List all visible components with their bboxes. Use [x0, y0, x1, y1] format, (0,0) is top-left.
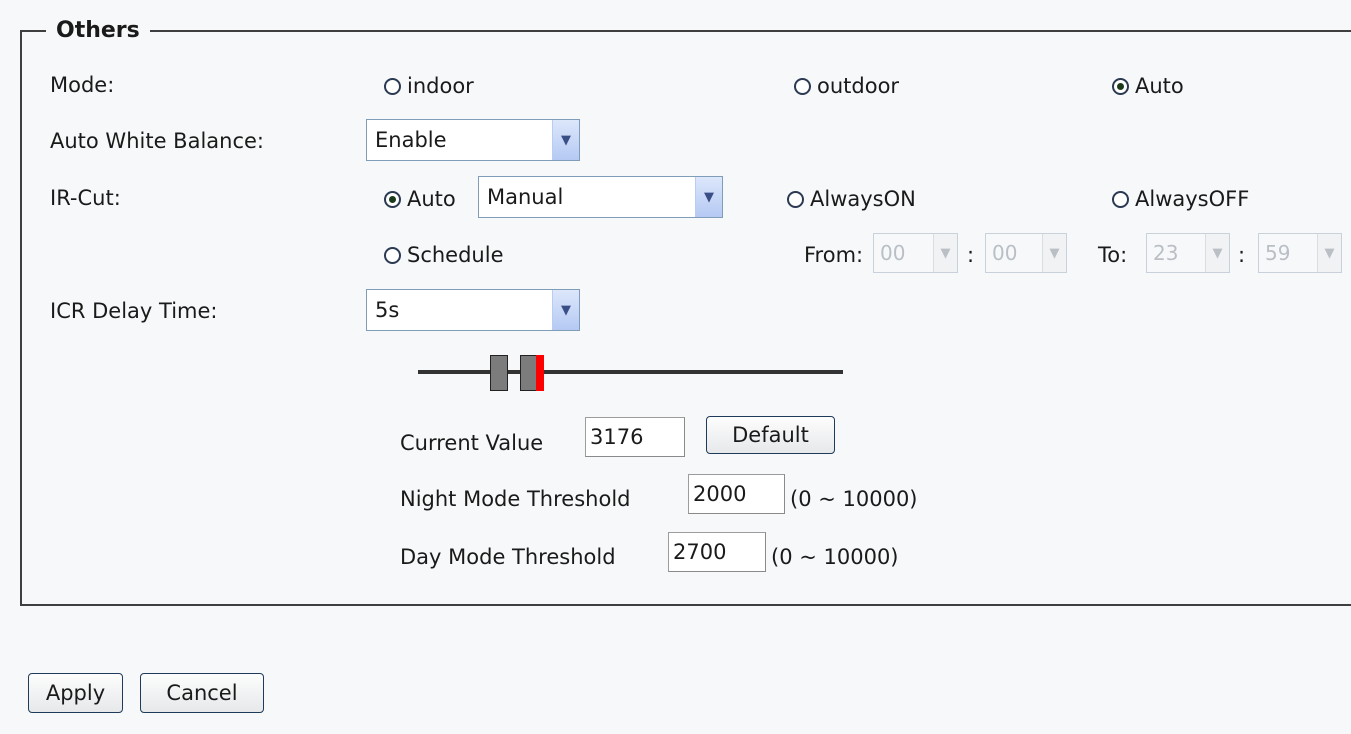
night-threshold-field[interactable]: 2000 — [688, 474, 785, 514]
ircut-schedule-label: Schedule — [407, 243, 504, 267]
radio-icon — [794, 77, 811, 95]
mode-label: Mode: — [50, 73, 115, 97]
ircut-auto-select[interactable]: Manual ▼ — [478, 176, 723, 218]
day-threshold-label: Day Mode Threshold — [400, 545, 616, 569]
radio-icon — [1112, 190, 1129, 208]
icr-delay-select[interactable]: 5s ▼ — [366, 289, 580, 331]
default-button[interactable]: Default — [706, 416, 835, 454]
to-hour-value: 23 — [1153, 241, 1179, 265]
others-legend: Others — [46, 14, 150, 48]
ircut-auto-select-value: Manual — [487, 184, 564, 209]
current-value-field[interactable]: 3176 — [585, 417, 685, 457]
radio-icon — [384, 77, 401, 95]
ircut-alwayson-radio[interactable]: AlwaysON — [787, 184, 916, 214]
from-hour-select[interactable]: 00 ▼ — [873, 233, 958, 273]
ircut-auto-label: Auto — [407, 187, 456, 211]
radio-icon — [384, 246, 401, 264]
chevron-down-icon: ▼ — [552, 120, 579, 160]
from-minute-value: 00 — [992, 241, 1018, 265]
to-minute-select[interactable]: 59 ▼ — [1258, 233, 1342, 273]
mode-indoor-radio[interactable]: indoor — [384, 71, 474, 101]
mode-outdoor-radio[interactable]: outdoor — [794, 71, 899, 101]
from-hour-value: 00 — [880, 241, 906, 265]
night-threshold-label: Night Mode Threshold — [400, 487, 631, 511]
cancel-button[interactable]: Cancel — [140, 673, 264, 713]
ircut-alwaysoff-label: AlwaysOFF — [1135, 187, 1250, 211]
chevron-down-icon: ▼ — [552, 290, 579, 330]
night-threshold-handle[interactable] — [490, 355, 508, 391]
night-threshold-range: (0 ~ 10000) — [790, 487, 918, 511]
mode-outdoor-label: outdoor — [817, 74, 900, 98]
day-threshold-range: (0 ~ 10000) — [771, 545, 899, 569]
ircut-alwaysoff-radio[interactable]: AlwaysOFF — [1112, 184, 1249, 214]
to-hour-select[interactable]: 23 ▼ — [1146, 233, 1230, 273]
slider-track — [418, 370, 843, 374]
ircut-alwayson-label: AlwaysON — [810, 187, 916, 211]
chevron-down-icon: ▼ — [933, 234, 957, 272]
others-fieldset — [20, 30, 1351, 606]
from-label: From: — [804, 243, 864, 267]
radio-icon — [787, 190, 804, 208]
day-threshold-field[interactable]: 2700 — [668, 532, 766, 572]
chevron-down-icon: ▼ — [695, 177, 722, 217]
to-minute-value: 59 — [1265, 241, 1291, 265]
current-value-label: Current Value — [400, 431, 544, 455]
ircut-auto-radio[interactable]: Auto — [384, 184, 456, 214]
to-label: To: — [1098, 243, 1128, 267]
threshold-slider[interactable] — [418, 352, 843, 394]
apply-button[interactable]: Apply — [28, 673, 123, 713]
chevron-down-icon: ▼ — [1042, 234, 1066, 272]
chevron-down-icon: ▼ — [1205, 234, 1229, 272]
current-value-marker — [536, 355, 544, 391]
radio-checked-icon — [1112, 77, 1129, 95]
icr-delay-value: 5s — [375, 297, 400, 322]
mode-indoor-label: indoor — [407, 74, 474, 98]
awb-select-value: Enable — [375, 127, 447, 152]
mode-auto-label: Auto — [1135, 74, 1184, 98]
ircut-label: IR-Cut: — [50, 186, 121, 210]
icr-delay-label: ICR Delay Time: — [50, 299, 218, 323]
ircut-schedule-radio[interactable]: Schedule — [384, 240, 504, 270]
to-colon: : — [1238, 243, 1246, 267]
radio-checked-icon — [384, 190, 401, 208]
chevron-down-icon: ▼ — [1317, 234, 1341, 272]
mode-auto-radio[interactable]: Auto — [1112, 71, 1184, 101]
from-minute-select[interactable]: 00 ▼ — [985, 233, 1067, 273]
from-colon: : — [967, 243, 975, 267]
awb-label: Auto White Balance: — [50, 129, 264, 153]
awb-select[interactable]: Enable ▼ — [366, 119, 580, 161]
